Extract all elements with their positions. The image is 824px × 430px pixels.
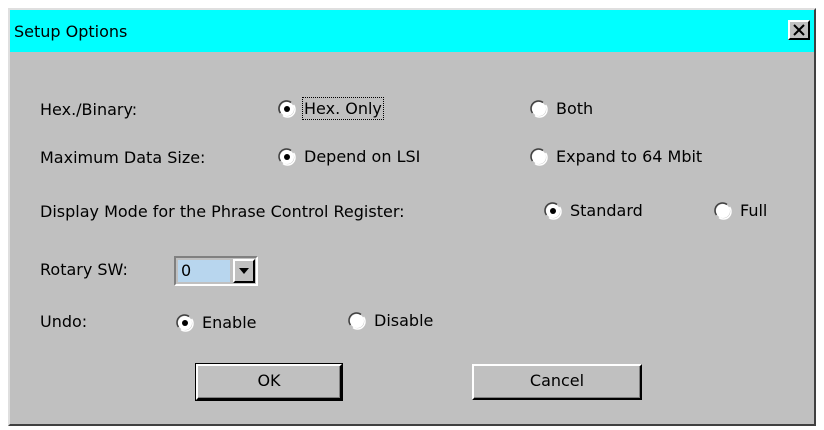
close-button[interactable] (788, 20, 810, 40)
undo-label: Undo: (40, 312, 88, 331)
radio-selected-icon (278, 100, 296, 118)
display-mode-label: Display Mode for the Phrase Control Regi… (40, 202, 405, 221)
radio-both-label: Both (556, 99, 594, 118)
radio-hex-only-label: Hex. Only (302, 97, 384, 120)
radio-selected-icon (176, 314, 194, 332)
radio-enable-label: Enable (202, 313, 257, 332)
radio-unselected-icon (530, 100, 548, 118)
cancel-button[interactable]: Cancel (472, 364, 642, 400)
radio-full-label: Full (740, 201, 768, 220)
rotary-sw-label: Rotary SW: (40, 260, 128, 279)
radio-selected-icon (278, 148, 296, 166)
radio-expand-64mbit-label: Expand to 64 Mbit (556, 147, 703, 166)
window-title: Setup Options (14, 22, 128, 41)
radio-unselected-icon (530, 148, 548, 166)
rotary-sw-select[interactable]: 0 (174, 256, 258, 286)
rotary-sw-value[interactable]: 0 (178, 260, 230, 282)
chevron-down-icon (239, 268, 249, 274)
setup-options-dialog: Setup Options Hex./Binary: Hex. Only Bot… (8, 8, 816, 426)
radio-standard-label: Standard (570, 201, 643, 220)
max-data-size-label: Maximum Data Size: (40, 148, 206, 167)
radio-unselected-icon (714, 202, 732, 220)
rotary-sw-dropdown-button[interactable] (233, 259, 255, 283)
radio-depend-on-lsi-label: Depend on LSI (304, 147, 421, 166)
title-bar[interactable]: Setup Options (10, 10, 814, 52)
ok-button[interactable]: OK (195, 363, 343, 401)
close-icon (793, 24, 805, 36)
hex-binary-label: Hex./Binary: (40, 100, 138, 119)
radio-unselected-icon (348, 312, 366, 330)
radio-disable-label: Disable (374, 311, 434, 330)
radio-selected-icon (544, 202, 562, 220)
